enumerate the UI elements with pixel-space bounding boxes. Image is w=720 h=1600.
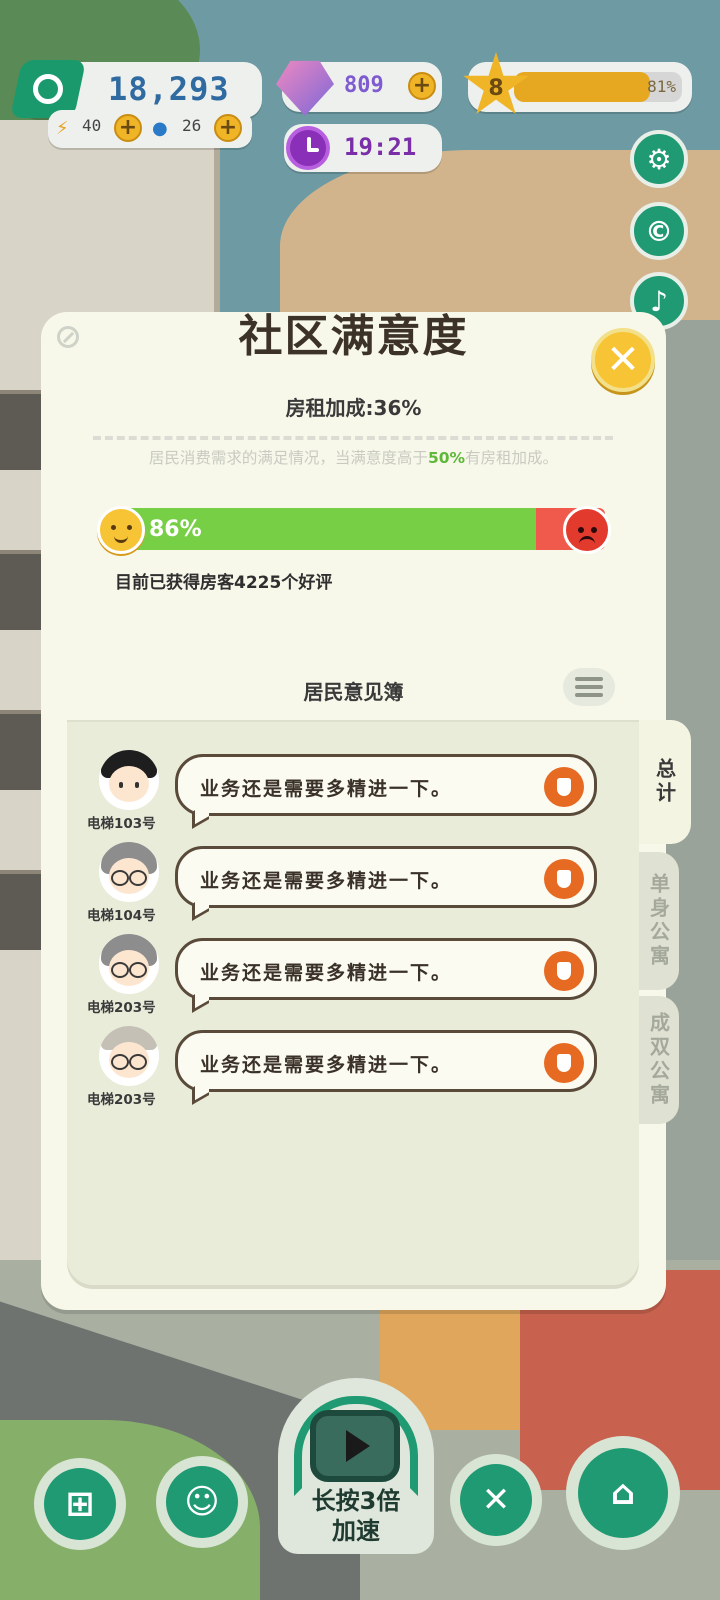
- speed-label-line1: 长按3倍: [311, 1487, 401, 1515]
- speed-up-label: 长按3倍 加速: [278, 1486, 434, 1546]
- add-energy-button[interactable]: +: [114, 114, 142, 142]
- thumbs-down-icon: [544, 859, 584, 899]
- close-button[interactable]: ✕: [591, 328, 655, 392]
- xp-bar-fill: [514, 72, 651, 102]
- gems-value: 809: [344, 73, 384, 98]
- comment-row: 电梯104号 业务还是需要多精进一下。: [67, 842, 627, 934]
- level-number: 8: [488, 76, 504, 101]
- tv-fast-forward-icon: [310, 1410, 400, 1482]
- good-reviews-count: 目前已获得房客4225个好评: [115, 573, 333, 593]
- comment-text: 业务还是需要多精进一下。: [200, 870, 453, 892]
- gear-icon: ⚙: [646, 142, 672, 176]
- build-tools-button[interactable]: ✕: [450, 1454, 542, 1546]
- comment-text: 业务还是需要多精进一下。: [200, 962, 453, 984]
- shop-button[interactable]: ⊞: [34, 1458, 126, 1550]
- comment-row: 电梯203号 业务还是需要多精进一下。: [67, 1026, 627, 1118]
- thumbs-down-icon: [544, 1043, 584, 1083]
- add-gems-button[interactable]: +: [408, 72, 436, 100]
- comment-bubble: 业务还是需要多精进一下。: [175, 1030, 597, 1092]
- happy-face-icon: [97, 506, 145, 554]
- shopping-cart-icon: ⊞: [65, 1484, 95, 1524]
- speed-label-line2: 加速: [332, 1517, 380, 1545]
- dashed-divider: [93, 436, 613, 440]
- resident-avatar: [99, 842, 159, 902]
- tab-single-apartment[interactable]: 单身公寓: [639, 852, 679, 990]
- comment-text: 业务还是需要多精进一下。: [200, 1054, 453, 1076]
- resident-avatar: [99, 750, 159, 810]
- resident-avatar: [99, 934, 159, 994]
- room-label: 电梯103号: [87, 816, 156, 832]
- gems-display: 809 +: [276, 60, 442, 116]
- satisfaction-percent: 86%: [149, 517, 202, 542]
- room-label: 电梯203号: [87, 1000, 156, 1016]
- satisfaction-dialog: 社区满意度 ✕ 房租加成:36% 居民消费需求的满足情况，当满意度高于50%有房…: [41, 311, 666, 1310]
- timer-value: 19:21: [344, 133, 417, 161]
- dialog-title: 社区满意度: [238, 311, 469, 362]
- description-text: 居民消费需求的满足情况，当满意度高于: [148, 449, 428, 467]
- list-view-button[interactable]: [563, 668, 615, 706]
- comment-row: 电梯203号 业务还是需要多精进一下。: [67, 934, 627, 1026]
- water-drop-icon: ●: [152, 118, 168, 139]
- energy-value: 40: [82, 116, 102, 135]
- clock-icon: [286, 126, 330, 170]
- threshold-value: 50%: [427, 449, 466, 467]
- coupon-icon: ©: [645, 214, 673, 248]
- comment-bubble: 业务还是需要多精进一下。: [175, 754, 597, 816]
- angry-face-icon: [563, 506, 611, 554]
- tab-double-apartment[interactable]: 成双公寓: [639, 996, 679, 1124]
- room-label: 电梯203号: [87, 1092, 156, 1108]
- home-decorate-button[interactable]: ⌂: [566, 1436, 680, 1550]
- comment-row: 电梯103号 业务还是需要多精进一下。: [67, 750, 627, 842]
- comment-bubble: 业务还是需要多精进一下。: [175, 938, 597, 1000]
- tools-icon: ✕: [481, 1480, 511, 1520]
- timer-display: 19:21: [284, 124, 442, 172]
- coupon-button[interactable]: ©: [630, 202, 688, 260]
- room-label: 电梯104号: [87, 908, 156, 924]
- house-icon: ⌂: [610, 1473, 636, 1513]
- description-text-end: 有房租加成。: [465, 449, 559, 467]
- lightning-icon: ⚡: [56, 118, 69, 139]
- speed-up-button[interactable]: 长按3倍 加速: [278, 1378, 434, 1554]
- comment-bubble: 业务还是需要多精进一下。: [175, 846, 597, 908]
- resident-avatar: [99, 1026, 159, 1086]
- tab-total[interactable]: 总计: [639, 720, 691, 844]
- residents-button[interactable]: ☺: [156, 1456, 248, 1548]
- settings-button[interactable]: ⚙: [630, 130, 688, 188]
- resource-bar: ⚡ 40 + ● 26 +: [48, 110, 252, 148]
- smiley-icon: ☺: [184, 1482, 220, 1522]
- satisfaction-description: 居民消费需求的满足情况，当满意度高于50%有房租加成。: [41, 446, 666, 468]
- comment-list[interactable]: 电梯103号 业务还是需要多精进一下。 电梯104号 业务还是需要多精进一下。 …: [67, 720, 639, 1285]
- rent-bonus-text: 房租加成:36%: [285, 396, 422, 420]
- add-water-button[interactable]: +: [214, 114, 242, 142]
- thumbs-down-icon: [544, 951, 584, 991]
- water-value: 26: [182, 116, 202, 135]
- xp-percent: 81%: [647, 77, 676, 96]
- thumbs-down-icon: [544, 767, 584, 807]
- money-value: 18,293: [108, 70, 230, 108]
- comment-text: 业务还是需要多精进一下。: [200, 778, 453, 800]
- close-icon: ✕: [606, 337, 640, 383]
- level-display: 8 81%: [463, 52, 692, 114]
